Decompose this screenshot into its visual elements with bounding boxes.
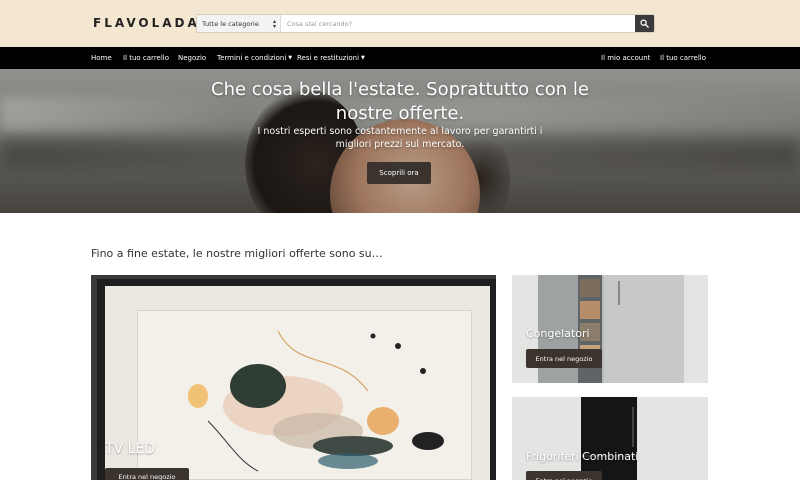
nav-account[interactable]: Il mio account [601,47,650,69]
caret-down-icon: ▼ [288,55,293,61]
hero-cta-button[interactable]: Scoprili ora [367,162,431,184]
header-bar: FLAVOLADA Tutte le categorie ▴ ▾ [0,0,800,47]
caret-down-icon: ▼ [361,55,365,61]
section-title: Fino a fine estate, le nostre migliori o… [91,247,383,260]
category-card-fridges[interactable]: Frigoriferi Combinati Entra nel negozio [512,397,708,480]
nav-label: Negozio [178,54,207,62]
tv-artwork [137,310,472,480]
card-enter-button[interactable]: Entra nel negozio [105,468,189,480]
card-label: Congelatori [526,327,590,340]
nav-label: Termini e condizioni [217,54,287,62]
nav-home[interactable]: Home [91,47,112,69]
hero-banner: Che cosa bella l'estate. Soprattutto con… [0,69,800,213]
card-label: TV LED [105,441,156,457]
hero-subtitle: I nostri esperti sono costantemente al l… [257,126,543,150]
search-button[interactable] [635,15,654,32]
hero-title: Che cosa bella l'estate. Soprattutto con… [211,79,589,124]
card-enter-button[interactable]: Entra nel negozio [526,471,602,480]
category-select-value: Tutte le categorie [202,19,259,28]
search-icon [640,19,649,28]
search-input[interactable] [281,15,635,32]
nav-label: Home [91,54,112,62]
nav-returns[interactable]: Resi e restituzioni ▼ [297,47,365,69]
card-enter-button[interactable]: Entra nel negozio [526,349,602,368]
nav-cart-right[interactable]: Il tuo carrello [660,47,706,69]
category-select[interactable]: Tutte le categorie ▴ ▾ [197,15,281,32]
fridge-illustration [581,397,637,480]
artwork-illustration [188,330,444,472]
nav-label: Resi e restituzioni [297,54,360,62]
main-nav: Home Il tuo carrello Negozio Termini e c… [0,47,800,69]
nav-shop[interactable]: Negozio [178,47,206,69]
nav-cart[interactable]: Il tuo carrello [123,47,169,69]
category-card-tv[interactable]: TV LED Entra nel negozio [91,275,496,480]
category-card-freezers[interactable]: Congelatori Entra nel negozio [512,275,708,383]
card-label: Frigoriferi Combinati [526,450,639,463]
nav-label: Il mio account [601,54,651,62]
site-logo[interactable]: FLAVOLADA [93,16,200,30]
nav-label: Il tuo carrello [660,54,707,62]
nav-label: Il tuo carrello [123,54,170,62]
select-arrows-icon: ▴ ▾ [272,18,276,30]
nav-terms[interactable]: Termini e condizioni ▼ [217,47,292,69]
search-bar: Tutte le categorie ▴ ▾ [196,14,655,33]
